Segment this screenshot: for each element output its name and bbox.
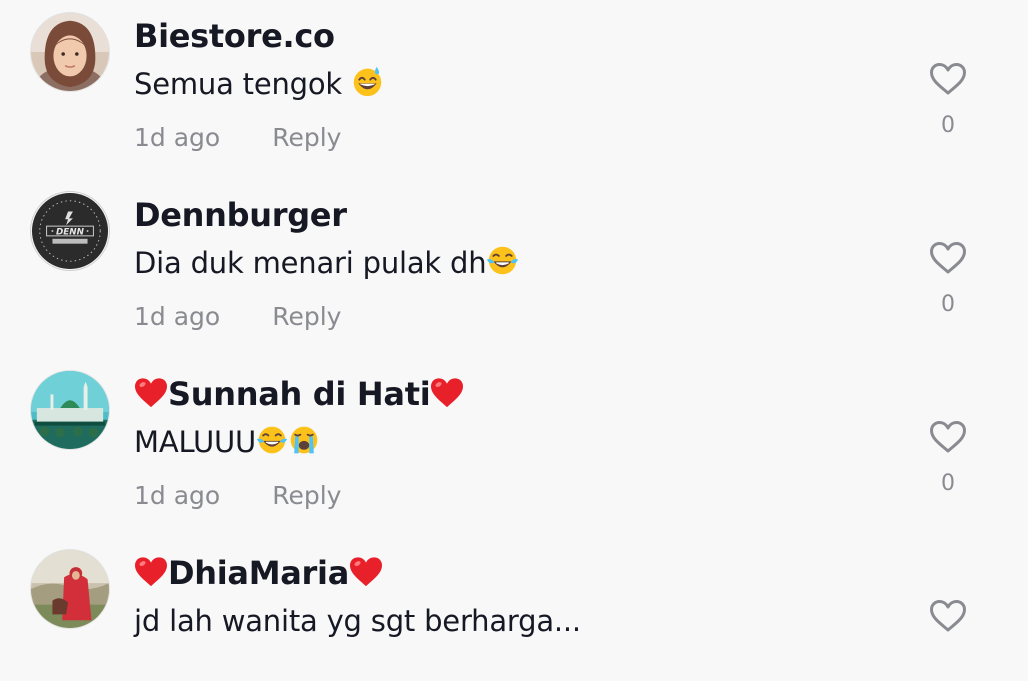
avatar[interactable] — [30, 549, 110, 629]
comment-meta: 1d ago Reply — [134, 118, 341, 158]
comment-username-text[interactable]: Sunnah di Hati — [168, 375, 431, 413]
red-heart-emoji — [349, 556, 383, 588]
heart-outline-icon[interactable] — [929, 62, 967, 96]
like-count: 0 — [941, 113, 955, 138]
comment-username[interactable]: Sunnah di Hati — [134, 372, 464, 416]
heart-outline-icon[interactable] — [929, 241, 967, 275]
red-heart-emoji — [134, 556, 168, 588]
comment-text-content: Semua tengok — [134, 67, 343, 101]
comment-text: MALUUU — [134, 420, 320, 464]
comment-text: jd lah wanita yg sgt berharga... — [134, 599, 581, 643]
comment-text: Dia duk menari pulak dh — [134, 241, 519, 285]
like-button[interactable] — [926, 595, 970, 681]
comment-text-content: jd lah wanita yg sgt berharga... — [134, 604, 581, 638]
like-count: 0 — [941, 292, 955, 317]
comment-text: Semua tengok — [134, 62, 384, 106]
avatar[interactable] — [30, 12, 110, 92]
red-heart-emoji — [134, 377, 168, 409]
like-count: 0 — [941, 471, 955, 496]
denn-logo-text: DENN — [56, 227, 85, 237]
grinning-sweat-emoji — [351, 65, 384, 98]
red-heart-emoji — [430, 377, 464, 409]
like-button[interactable]: 0 — [926, 58, 970, 144]
avatar[interactable]: DENN — [30, 191, 110, 271]
reply-button[interactable]: Reply — [272, 118, 341, 158]
loudly-crying-emoji — [288, 424, 320, 456]
comment-username[interactable]: DhiaMaria — [134, 551, 383, 595]
tears-of-joy-emoji — [256, 424, 288, 456]
heart-outline-icon[interactable] — [929, 599, 967, 633]
comment-username-text[interactable]: DhiaMaria — [168, 554, 349, 592]
comment-timestamp: 1d ago — [134, 481, 221, 510]
reply-button[interactable]: Reply — [272, 297, 341, 337]
avatar[interactable] — [30, 370, 110, 450]
comment-timestamp: 1d ago — [134, 123, 221, 152]
like-button[interactable]: 0 — [926, 416, 970, 502]
comment-item: Biestore.co Semua tengok 1d ago Reply 0 — [0, 0, 1028, 179]
comment-text-content: MALUUU — [134, 425, 257, 459]
comment-item: DhiaMaria jd lah wanita yg sgt berharga.… — [0, 537, 1028, 650]
comment-username[interactable]: Biestore.co — [134, 14, 335, 58]
comment-item: DENN Dennburger Dia duk menari pulak dh … — [0, 179, 1028, 358]
comment-text-content: Dia duk menari pulak dh — [134, 246, 487, 280]
comment-username[interactable]: Dennburger — [134, 193, 347, 237]
like-button[interactable]: 0 — [926, 237, 970, 323]
reply-button[interactable]: Reply — [272, 476, 341, 516]
comment-item: Sunnah di Hati MALUUU 1d ago Reply 0 — [0, 358, 1028, 537]
comment-timestamp: 1d ago — [134, 302, 221, 331]
tears-of-joy-emoji — [486, 244, 519, 277]
heart-outline-icon[interactable] — [929, 420, 967, 454]
comment-meta: 1d ago Reply — [134, 476, 341, 516]
comment-meta: 1d ago Reply — [134, 297, 341, 337]
